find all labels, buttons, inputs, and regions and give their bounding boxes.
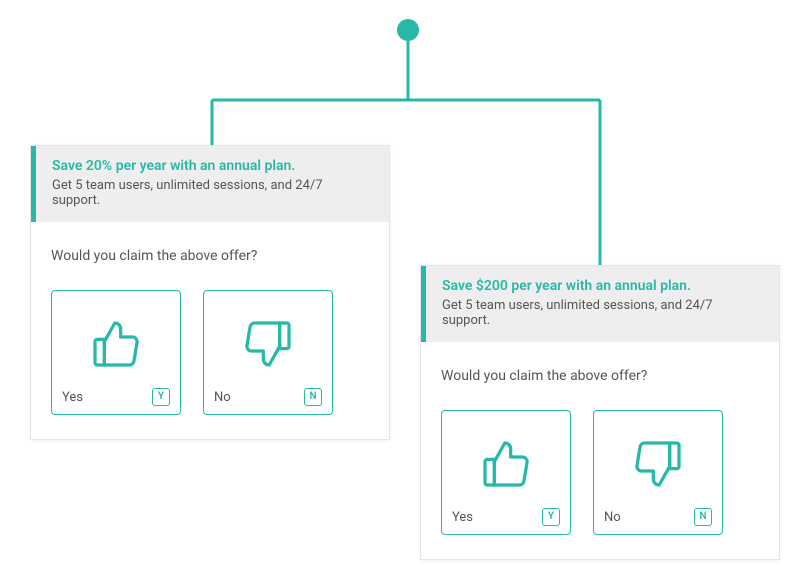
yes-label: Yes xyxy=(62,390,83,405)
key-hint-y: Y xyxy=(542,508,560,526)
offer-banner: Save $200 per year with an annual plan. … xyxy=(421,266,779,342)
offer-title: Save $200 per year with an annual plan. xyxy=(442,278,763,294)
card-body: Would you claim the above offer? Yes Y xyxy=(421,342,779,559)
choice-footer: No N xyxy=(214,388,322,406)
key-hint-y: Y xyxy=(152,388,170,406)
key-hint-n: N xyxy=(694,508,712,526)
choice-footer: Yes Y xyxy=(62,388,170,406)
no-label: No xyxy=(214,390,231,405)
offer-banner: Save 20% per year with an annual plan. G… xyxy=(31,146,389,222)
yes-label: Yes xyxy=(452,510,473,525)
survey-question: Would you claim the above offer? xyxy=(441,368,759,384)
no-choice[interactable]: No N xyxy=(593,410,723,535)
choices-row: Yes Y No N xyxy=(441,410,759,535)
offer-subtitle: Get 5 team users, unlimited sessions, an… xyxy=(442,298,763,328)
choices-row: Yes Y No N xyxy=(51,290,369,415)
variant-card-b: Save $200 per year with an annual plan. … xyxy=(420,265,780,560)
variant-card-a: Save 20% per year with an annual plan. G… xyxy=(30,145,390,440)
choice-footer: Yes Y xyxy=(452,508,560,526)
choice-footer: No N xyxy=(604,508,712,526)
thumbs-down-icon xyxy=(604,419,712,508)
yes-choice[interactable]: Yes Y xyxy=(51,290,181,415)
thumbs-up-icon xyxy=(452,419,560,508)
thumbs-up-icon xyxy=(62,299,170,388)
survey-question: Would you claim the above offer? xyxy=(51,248,369,264)
yes-choice[interactable]: Yes Y xyxy=(441,410,571,535)
card-body: Would you claim the above offer? Yes Y xyxy=(31,222,389,439)
key-hint-n: N xyxy=(304,388,322,406)
thumbs-down-icon xyxy=(214,299,322,388)
no-label: No xyxy=(604,510,621,525)
no-choice[interactable]: No N xyxy=(203,290,333,415)
offer-title: Save 20% per year with an annual plan. xyxy=(52,158,373,174)
offer-subtitle: Get 5 team users, unlimited sessions, an… xyxy=(52,178,373,208)
